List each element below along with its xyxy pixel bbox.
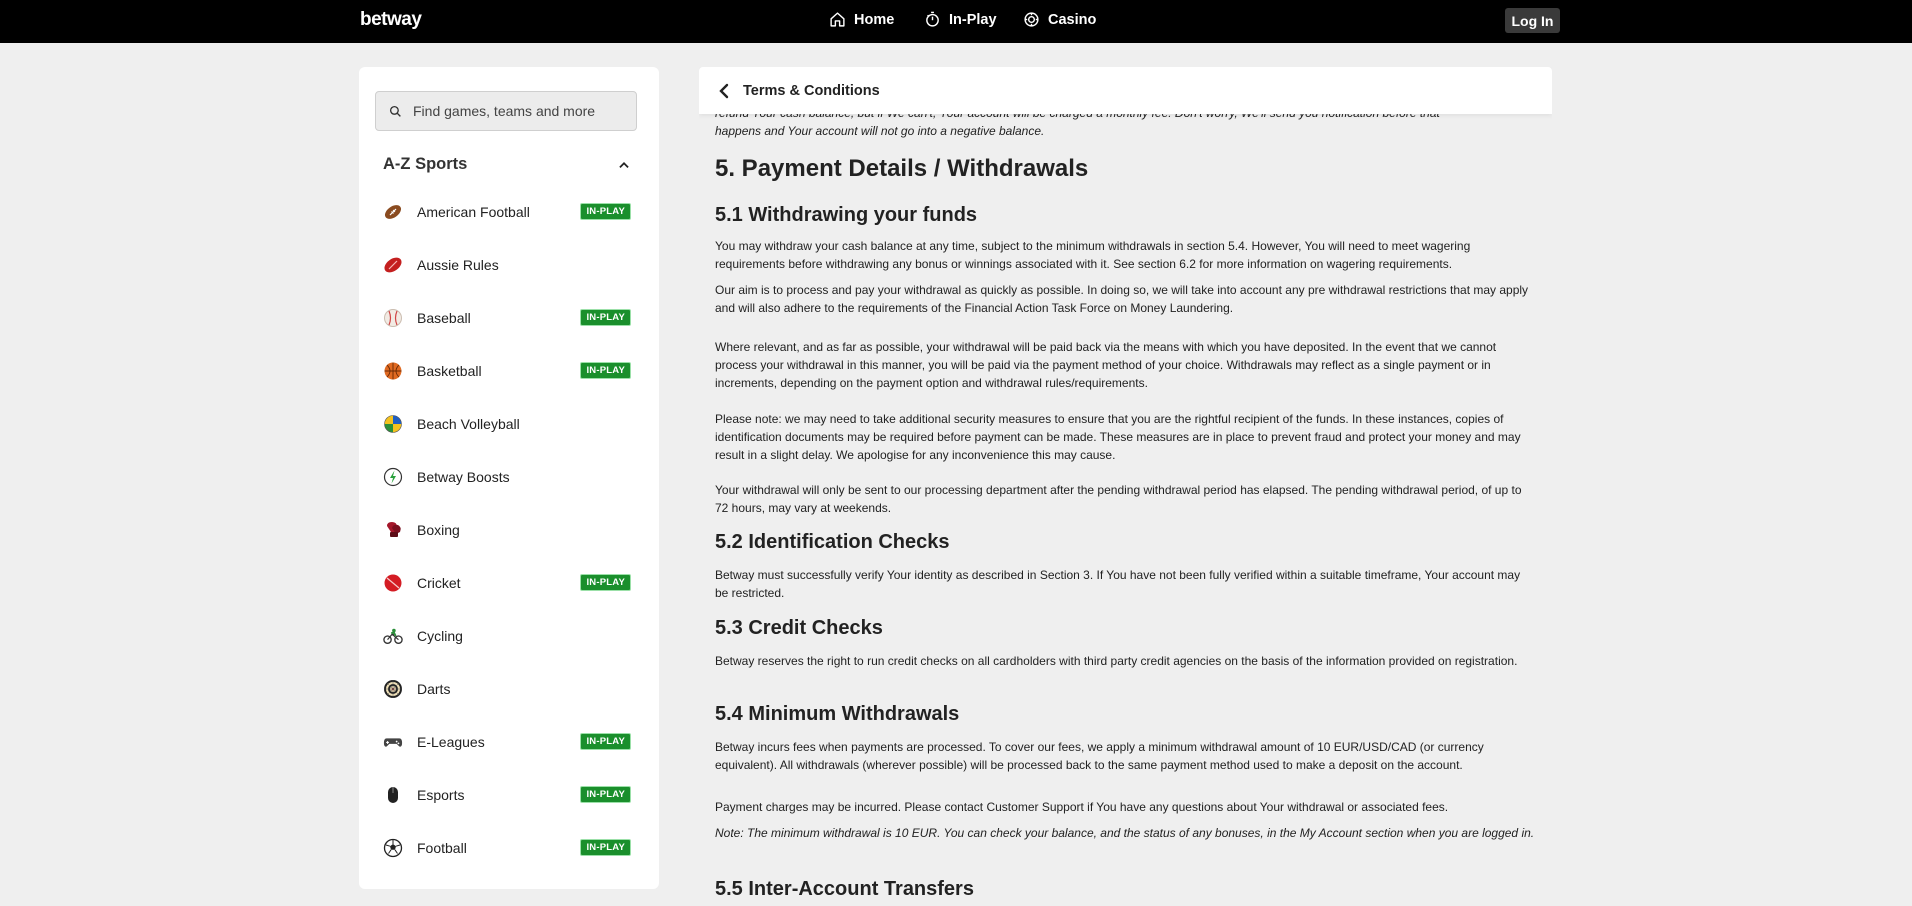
in-play-badge: IN-PLAY bbox=[580, 733, 631, 750]
main-content: Terms & Conditions refund Your cash bala… bbox=[699, 67, 1552, 906]
sidebar-item-beach-volleyball[interactable]: Beach Volleyball bbox=[383, 397, 633, 450]
section-5-1-paragraph-3: Where relevant, and as far as possible, … bbox=[715, 340, 1497, 390]
section-5-1-paragraph-2: Our aim is to process and pay your withd… bbox=[715, 283, 1529, 315]
soccer-ball-icon bbox=[383, 838, 403, 858]
dartboard-icon bbox=[383, 679, 403, 699]
betway-logo[interactable]: betway bbox=[360, 9, 422, 31]
section-5-4-paragraph-1: Betway incurs fees when payments are pro… bbox=[715, 740, 1484, 772]
in-play-badge: IN-PLAY bbox=[580, 839, 631, 856]
sidebar-item-e-leagues[interactable]: E-Leagues IN-PLAY bbox=[383, 715, 633, 768]
section-5-4-heading: 5.4 Minimum Withdrawals bbox=[715, 703, 960, 725]
section-5-3-paragraph-1: Betway reserves the right to run credit … bbox=[715, 654, 1518, 668]
cycling-icon bbox=[383, 626, 403, 646]
section-5-2-heading: 5.2 Identification Checks bbox=[715, 531, 950, 553]
american-football-icon bbox=[383, 202, 403, 222]
basketball-icon bbox=[383, 361, 403, 381]
section-5-1-heading: 5.1 Withdrawing your funds bbox=[715, 204, 978, 226]
home-icon bbox=[830, 12, 845, 27]
nav-home-label: Home bbox=[854, 11, 895, 28]
login-button[interactable]: Log In bbox=[1505, 8, 1560, 33]
nav-home[interactable]: Home bbox=[829, 11, 894, 28]
sidebar-item-label: Boxing bbox=[417, 521, 460, 538]
terms-header: Terms & Conditions bbox=[699, 67, 1552, 114]
section-5-2-paragraph-1: Betway must successfully verify Your ide… bbox=[715, 568, 1521, 600]
section-5-1-paragraph-5: Your withdrawal will only be sent to our… bbox=[715, 483, 1522, 515]
sidebar-item-aussie-rules[interactable]: Aussie Rules bbox=[383, 238, 633, 291]
volleyball-icon bbox=[383, 414, 403, 434]
in-play-badge: IN-PLAY bbox=[580, 786, 631, 803]
casino-chip-icon bbox=[1024, 12, 1039, 27]
sidebar-item-american-football[interactable]: American Football IN-PLAY bbox=[383, 185, 633, 238]
in-play-badge: IN-PLAY bbox=[580, 203, 631, 220]
search-icon bbox=[389, 105, 401, 117]
sidebar-item-label: Football bbox=[417, 839, 467, 856]
gamepad-icon bbox=[383, 732, 403, 752]
nav-in-play-label: In-Play bbox=[949, 11, 997, 28]
sidebar-item-boxing[interactable]: Boxing bbox=[383, 503, 633, 556]
section-5-3-heading: 5.3 Credit Checks bbox=[715, 617, 883, 639]
section-5-5-heading: 5.5 Inter-Account Transfers bbox=[715, 878, 974, 900]
sport-list: American Football IN-PLAY Aussie Rules B… bbox=[383, 185, 633, 874]
section-5-heading: 5. Payment Details / Withdrawals bbox=[715, 155, 1089, 182]
sidebar-item-label: Cricket bbox=[417, 574, 461, 591]
top-navigation-bar: betway Home In-Play Casino Log In bbox=[0, 0, 1912, 43]
sidebar-item-label: Beach Volleyball bbox=[417, 415, 520, 432]
search-input[interactable] bbox=[413, 103, 623, 119]
section-5-4-paragraph-2: Payment charges may be incurred. Please … bbox=[715, 800, 1449, 814]
sidebar-item-darts[interactable]: Darts bbox=[383, 662, 633, 715]
mouse-icon bbox=[383, 785, 403, 805]
sidebar-item-baseball[interactable]: Baseball IN-PLAY bbox=[383, 291, 633, 344]
cricket-ball-icon bbox=[383, 573, 403, 593]
sidebar-item-label: E-Leagues bbox=[417, 733, 485, 750]
in-play-badge: IN-PLAY bbox=[580, 574, 631, 591]
sidebar-item-label: American Football bbox=[417, 203, 530, 220]
sidebar-item-football[interactable]: Football IN-PLAY bbox=[383, 821, 633, 874]
chevron-up-icon[interactable] bbox=[617, 158, 631, 172]
in-play-badge: IN-PLAY bbox=[580, 362, 631, 379]
aussie-rules-ball-icon bbox=[383, 255, 403, 275]
paragraph-intro-tail: happens and Your account will not go int… bbox=[715, 124, 1045, 138]
sidebar-item-cycling[interactable]: Cycling bbox=[383, 609, 633, 662]
az-sports-header[interactable]: A-Z Sports bbox=[383, 155, 631, 174]
sidebar-item-label: Basketball bbox=[417, 362, 482, 379]
nav-casino[interactable]: Casino bbox=[1023, 11, 1096, 28]
sidebar-item-cricket[interactable]: Cricket IN-PLAY bbox=[383, 556, 633, 609]
sidebar-item-label: Betway Boosts bbox=[417, 468, 510, 485]
sports-sidebar: A-Z Sports American Football IN-PLAY Aus… bbox=[359, 67, 659, 889]
boxing-glove-icon bbox=[383, 520, 403, 540]
sidebar-item-label: Aussie Rules bbox=[417, 256, 499, 273]
in-play-badge: IN-PLAY bbox=[580, 309, 631, 326]
nav-in-play[interactable]: In-Play bbox=[924, 11, 997, 28]
sidebar-item-label: Baseball bbox=[417, 309, 471, 326]
sidebar-item-label: Esports bbox=[417, 786, 465, 803]
sidebar-item-label: Darts bbox=[417, 680, 451, 697]
back-arrow-icon[interactable] bbox=[717, 83, 731, 99]
page-title: Terms & Conditions bbox=[743, 82, 880, 99]
boost-icon bbox=[383, 467, 403, 487]
section-5-1-paragraph-4: Please note: we may need to take additio… bbox=[715, 412, 1521, 462]
sidebar-item-esports[interactable]: Esports IN-PLAY bbox=[383, 768, 633, 821]
sidebar-item-basketball[interactable]: Basketball IN-PLAY bbox=[383, 344, 633, 397]
section-5-1-paragraph-1: You may withdraw your cash balance at an… bbox=[715, 239, 1471, 271]
search-box[interactable] bbox=[375, 91, 637, 131]
nav-casino-label: Casino bbox=[1048, 11, 1097, 28]
sidebar-item-label: Cycling bbox=[417, 627, 463, 644]
az-sports-title: A-Z Sports bbox=[383, 155, 468, 173]
sidebar-item-betway-boosts[interactable]: Betway Boosts bbox=[383, 450, 633, 503]
section-5-4-note: Note: The minimum withdrawal is 10 EUR. … bbox=[715, 826, 1535, 840]
baseball-icon bbox=[383, 308, 403, 328]
stopwatch-icon bbox=[926, 11, 939, 27]
